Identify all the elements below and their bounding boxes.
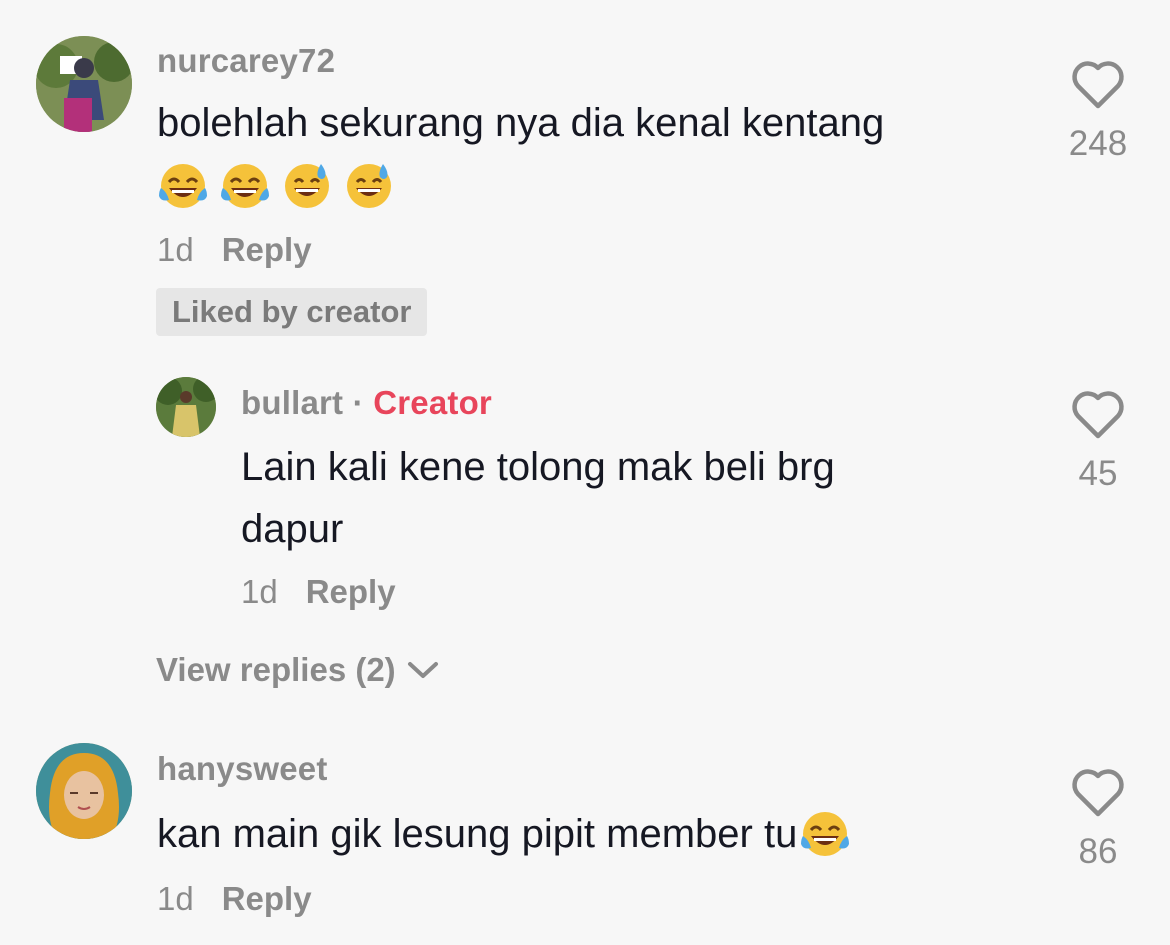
avatar[interactable] (156, 377, 216, 437)
like-control: 45 (1058, 388, 1138, 494)
reply-button[interactable]: Reply (222, 231, 312, 268)
grinning-face-with-sweat-icon (343, 160, 395, 212)
timestamp: 1d (241, 573, 278, 610)
chevron-down-icon (407, 662, 438, 678)
like-control: 86 (1058, 766, 1138, 872)
reply-button[interactable]: Reply (306, 573, 396, 610)
comment-meta: 1d Reply (157, 880, 312, 918)
comment-text-content: kan main gik lesung pipit member tu (157, 812, 798, 856)
heart-outline-icon[interactable] (1070, 58, 1126, 110)
emoji-row (157, 160, 395, 212)
face-with-tears-of-joy-icon (157, 160, 209, 212)
avatar[interactable] (36, 743, 132, 839)
separator: · (352, 384, 364, 421)
creator-label: Creator (373, 384, 492, 421)
heart-outline-icon[interactable] (1070, 766, 1126, 818)
comment-text-line: dapur (241, 507, 344, 551)
like-count: 86 (1078, 832, 1118, 871)
face-with-tears-of-joy-icon (799, 808, 851, 860)
grinning-face-with-sweat-icon (281, 160, 333, 212)
heart-outline-icon[interactable] (1070, 388, 1126, 440)
view-replies-button[interactable]: View replies (2) (156, 651, 440, 689)
comment-meta: 1d Reply (241, 573, 396, 611)
comment-text: bolehlah sekurang nya dia kenal kentang (157, 101, 885, 145)
username-text[interactable]: bullart (241, 384, 343, 421)
view-replies-label: View replies (2) (156, 651, 396, 688)
reply-button[interactable]: Reply (222, 880, 312, 917)
liked-by-creator-badge: Liked by creator (156, 288, 428, 336)
like-count: 45 (1078, 454, 1118, 493)
comment-text-line: Lain kali kene tolong mak beli brg (241, 445, 835, 489)
username[interactable]: bullart · Creator (241, 384, 492, 422)
username[interactable]: hanysweet (157, 750, 328, 788)
timestamp: 1d (157, 880, 194, 917)
comment-text: kan main gik lesung pipit member tu (157, 803, 851, 865)
like-control: 248 (1058, 58, 1138, 164)
timestamp: 1d (157, 231, 194, 268)
comment-meta: 1d Reply (157, 231, 312, 269)
username[interactable]: nurcarey72 (157, 42, 335, 80)
comment-text: Lain kali kene tolong mak beli brg dapur (241, 436, 835, 560)
face-with-tears-of-joy-icon (219, 160, 271, 212)
like-count: 248 (1068, 124, 1128, 163)
avatar[interactable] (36, 36, 132, 132)
